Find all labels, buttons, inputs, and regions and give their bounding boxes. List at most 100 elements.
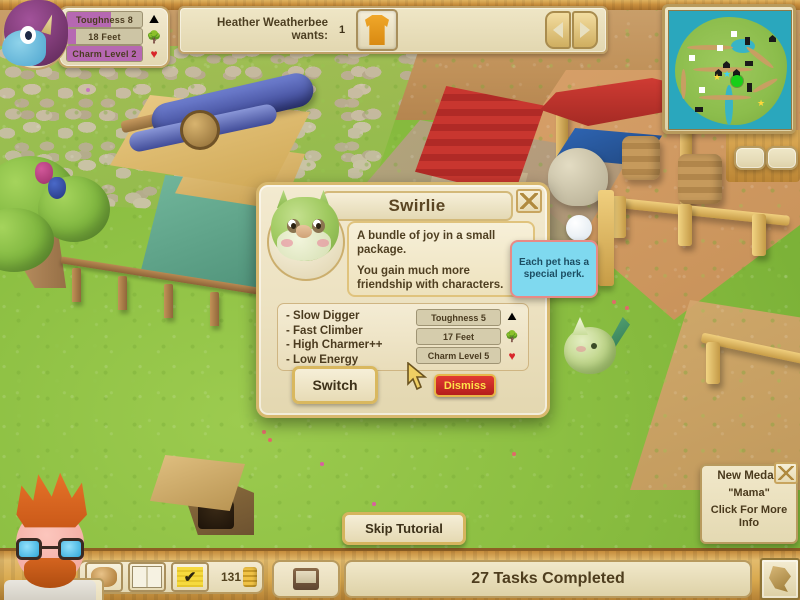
pet-house[interactable] xyxy=(150,455,258,537)
pet-cheek xyxy=(576,346,586,352)
dismiss-pet-button[interactable]: Dismiss xyxy=(434,374,496,397)
wood-fence-post xyxy=(210,292,219,326)
right-slot-2[interactable] xyxy=(766,146,798,170)
gold-coin-stack-icon xyxy=(243,567,257,587)
flower-speck xyxy=(625,306,629,310)
task-status-bar[interactable]: 27 Tasks Completed xyxy=(344,560,752,598)
pet-traits-and-stats: - Slow Digger - Fast Climber - High Char… xyxy=(277,303,529,371)
next-request-button[interactable] xyxy=(572,11,598,49)
minimap-player-marker xyxy=(731,75,743,87)
minimap-marker xyxy=(699,87,705,93)
minimap-path xyxy=(699,95,751,100)
currency-display: 131 xyxy=(221,567,257,587)
dialog-toughness-label: Toughness 5 xyxy=(431,312,486,323)
pet-trait: - Low Energy xyxy=(286,353,359,366)
right-slot-1[interactable] xyxy=(734,146,766,170)
minimap-marker xyxy=(731,31,737,37)
journal-book-button[interactable] xyxy=(128,562,166,592)
switch-pet-button[interactable]: Switch xyxy=(292,366,378,404)
wood-fence-post xyxy=(72,268,81,302)
coin-count: 131 xyxy=(220,570,241,584)
pet-description-bubble: A bundle of joy in a small package. You … xyxy=(347,221,535,297)
world-pet-swirlie[interactable] xyxy=(560,315,630,377)
flower-speck xyxy=(268,438,272,442)
minimap-marker xyxy=(747,83,752,92)
pet-trait: - High Charmer++ xyxy=(286,339,383,351)
flower-speck xyxy=(512,452,516,456)
gold-fence-post xyxy=(752,214,766,256)
flower-speck xyxy=(612,300,616,304)
stat-row: Toughness 5 ⛰ xyxy=(416,309,520,326)
task-status-text: 27 Tasks Completed xyxy=(471,570,625,587)
charm-stat-bar: Charm Level 2 xyxy=(66,45,143,62)
minimap-marker xyxy=(745,61,753,66)
pet-cheek-icon xyxy=(317,239,329,247)
new-medal-popup[interactable]: New Medal! "Mama" Click For More Info xyxy=(700,462,798,544)
dialog-charm-label: Charm Level 5 xyxy=(427,350,490,361)
character-request-bar[interactable]: Heather Weatherbee wants: 1 xyxy=(178,6,608,54)
dialog-charm-bar: Charm Level 5 xyxy=(416,347,501,364)
pet-pupil-icon xyxy=(316,223,321,229)
prev-request-button[interactable] xyxy=(545,11,571,49)
charm-stat-label: Charm Level 2 xyxy=(72,48,137,59)
flower-speck xyxy=(320,462,324,466)
relic-journal-button[interactable] xyxy=(760,558,800,600)
minimap-marker xyxy=(717,45,723,51)
skip-tutorial-button[interactable]: Skip Tutorial xyxy=(342,512,466,545)
minimap-path xyxy=(681,69,686,99)
active-pet-avatar[interactable] xyxy=(0,0,70,78)
stat-row: Charm Level 2 ♥ xyxy=(66,45,162,62)
request-pager[interactable] xyxy=(545,11,598,49)
pet-cheek-icon xyxy=(281,239,293,247)
computer-monitor-icon xyxy=(293,568,319,590)
requested-item-slot[interactable] xyxy=(356,9,398,51)
rock-icon: ⛰ xyxy=(507,311,517,323)
rock-icon: ⛰ xyxy=(148,12,160,26)
perk-tooltip[interactable]: Each pet has a special perk. xyxy=(510,240,598,298)
computer-screen-button[interactable] xyxy=(272,560,340,598)
distance-stat-bar: 18 Feet xyxy=(66,28,143,45)
toughness-stat-label: Toughness 8 xyxy=(75,14,134,25)
flower-speck xyxy=(86,88,90,92)
press-machine-hub xyxy=(180,110,220,150)
pet-nose-icon xyxy=(296,225,312,238)
glasses-lens-left xyxy=(16,538,42,560)
dragon-pupil-icon xyxy=(25,31,32,40)
pet-house-roof xyxy=(150,455,245,511)
player-beard xyxy=(24,558,76,588)
berry-tree xyxy=(0,150,130,288)
barrel[interactable] xyxy=(622,136,660,180)
dialog-distance-bar: 17 Feet xyxy=(416,328,501,345)
flower-speck xyxy=(372,502,376,506)
player-avatar[interactable] xyxy=(2,470,104,600)
dialog-title-plate: Swirlie xyxy=(321,191,513,221)
chevron-right-icon xyxy=(580,22,590,38)
minimap-river xyxy=(725,85,733,125)
barrel[interactable] xyxy=(678,154,722,204)
toughness-stat-bar: Toughness 8 xyxy=(66,11,143,28)
close-icon[interactable] xyxy=(516,189,542,213)
gold-fence-post xyxy=(678,204,692,246)
minimap-star-icon: ★ xyxy=(723,69,732,79)
tree-icon: 🌳 xyxy=(146,29,162,44)
stat-row: Toughness 8 ⛰ xyxy=(66,11,162,28)
world-minimap[interactable]: ★ ★ ★ xyxy=(668,10,792,130)
minimap-panel[interactable]: ★ ★ ★ xyxy=(662,4,796,134)
task-checklist-button[interactable]: ✔ xyxy=(171,562,209,592)
gold-fence-post xyxy=(706,342,720,384)
pet-body xyxy=(564,327,616,374)
glasses-bridge xyxy=(42,546,58,549)
toolbar-group: ✔ 131 xyxy=(78,560,264,594)
close-icon[interactable] xyxy=(774,462,798,484)
wood-fence-post xyxy=(118,276,127,310)
stat-row: Charm Level 5 ♥ xyxy=(416,347,520,364)
stat-row: 18 Feet 🌳 xyxy=(66,28,162,45)
active-pet-stats-hud[interactable]: Toughness 8 ⛰ 18 Feet 🌳 Charm Level 2 ♥ xyxy=(58,6,170,68)
pet-portrait xyxy=(265,190,347,281)
minimap-star-icon: ★ xyxy=(713,72,722,82)
pet-trait: - Fast Climber xyxy=(286,324,363,337)
minimap-marker xyxy=(695,107,703,112)
medal-cta-text[interactable]: Click For More Info xyxy=(705,504,793,529)
minimap-path xyxy=(687,45,733,50)
distance-stat-label: 18 Feet xyxy=(88,31,121,42)
